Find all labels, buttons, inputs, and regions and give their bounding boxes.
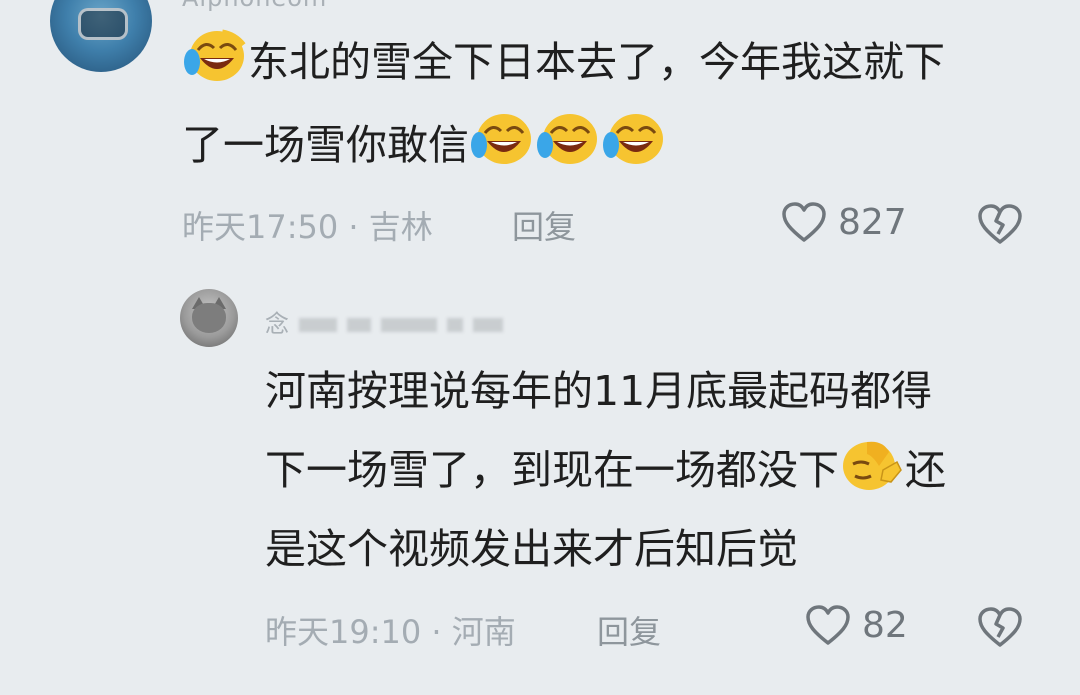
username[interactable]: 念 — [265, 304, 513, 339]
like-button[interactable]: 82 — [804, 601, 908, 649]
cat-face-icon — [192, 303, 226, 333]
dislike-button[interactable] — [976, 200, 1024, 248]
comment-line: 是这个视频发出来才后知后觉 — [265, 525, 798, 573]
reply-button[interactable]: 回复 — [597, 607, 661, 653]
laughing-crying-emoji-icon — [182, 28, 248, 84]
broken-heart-icon — [978, 607, 1022, 647]
comment-line: 东北的雪全下日本去了，今年我这就下 — [248, 38, 945, 86]
blurred-username-part — [298, 318, 337, 332]
username-visible-char: 念 — [265, 310, 290, 338]
comment-line: 下一场雪了，到现在一场都没下 — [265, 446, 839, 494]
laughing-crying-emoji-icon — [535, 111, 601, 167]
diving-mask-icon — [78, 8, 128, 40]
comment-line: 河南按理说每年的11月底最起码都得 — [265, 367, 933, 415]
meta-separator: · — [431, 613, 442, 651]
comment-meta: 昨天17:50 · 吉林 — [182, 202, 433, 248]
avatar[interactable] — [50, 0, 152, 72]
blurred-username-part — [380, 318, 437, 332]
comment-text: 东北的雪全下日本去了，今年我这就下 了一场雪你敢信 — [182, 21, 1042, 187]
comment-text: 河南按理说每年的11月底最起码都得 下一场雪了，到现在一场都没下 还 是这个视频… — [265, 352, 1055, 589]
blurred-username-part — [446, 318, 463, 332]
laughing-crying-emoji-icon — [601, 111, 667, 167]
blurred-username-part — [472, 318, 503, 332]
laughing-crying-emoji-icon — [469, 111, 535, 167]
location: 吉林 — [368, 208, 433, 246]
broken-heart-icon — [978, 204, 1022, 244]
comment-line: 了一场雪你敢信 — [182, 121, 469, 169]
reply-button[interactable]: 回复 — [512, 202, 576, 248]
like-count: 827 — [838, 201, 907, 243]
comment-meta: 昨天19:10 · 河南 — [265, 607, 516, 653]
username[interactable]: Alphoneom — [182, 0, 327, 12]
facepalm-emoji-icon — [839, 436, 905, 492]
timestamp: 昨天17:50 — [182, 208, 339, 246]
heart-icon — [806, 605, 850, 645]
reply-comment-item: 念 河南按理说每年的11月底最起码都得 下一场雪了，到现在一场都没下 还 是这个… — [0, 270, 1080, 695]
meta-separator: · — [348, 208, 359, 246]
location: 河南 — [451, 613, 516, 651]
comment-line: 还 — [905, 446, 946, 494]
dislike-button[interactable] — [976, 603, 1024, 651]
comment-item: Alphoneom 东北的雪全下日本去了，今年我这就下 了一场雪你敢信 — [0, 0, 1080, 270]
heart-icon — [782, 202, 826, 242]
timestamp: 昨天19:10 — [265, 613, 422, 651]
blurred-username-part — [346, 318, 371, 332]
like-button[interactable]: 827 — [780, 198, 907, 246]
like-count: 82 — [862, 604, 908, 646]
avatar[interactable] — [180, 289, 238, 347]
